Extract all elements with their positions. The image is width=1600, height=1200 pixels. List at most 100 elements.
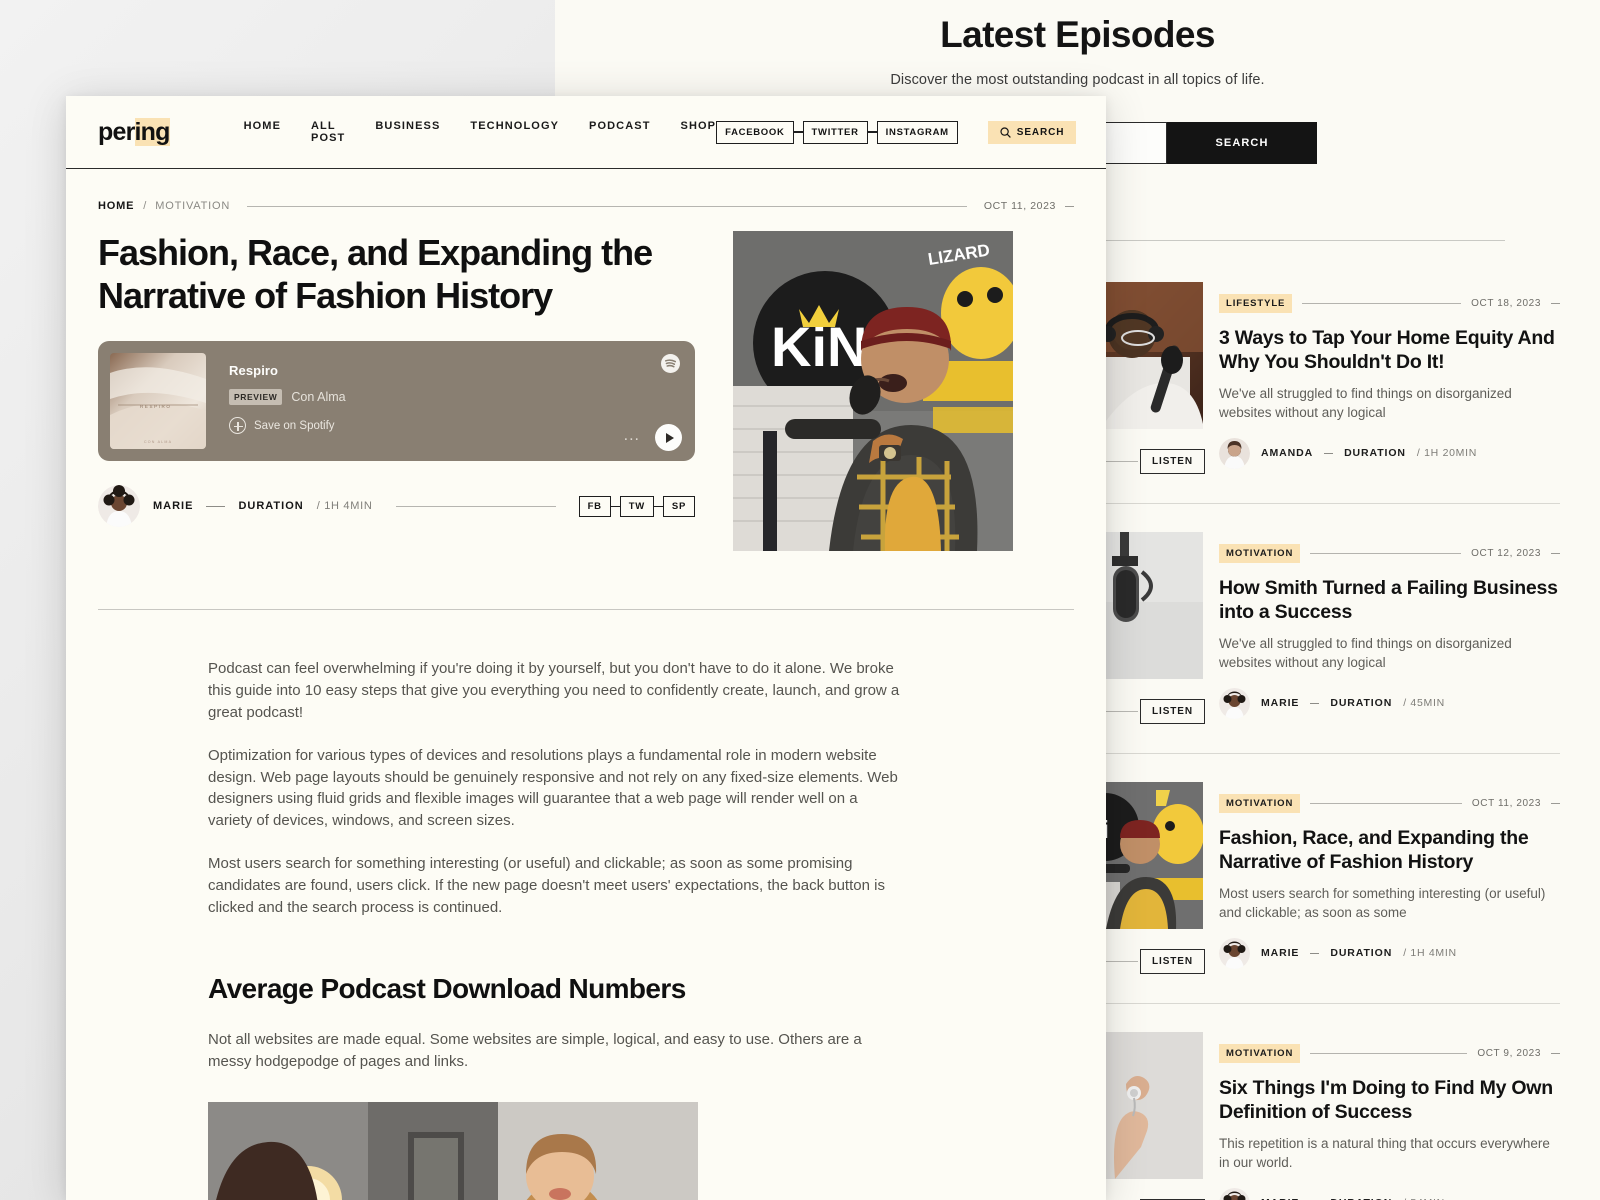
plus-circle-icon <box>229 417 246 435</box>
episode-title[interactable]: How Smith Turned a Failing Business into… <box>1219 577 1560 625</box>
section-paragraph: Not all websites are made equal. Some we… <box>208 1030 862 1070</box>
author-rule <box>395 505 556 507</box>
author-name: MARIE <box>153 500 194 513</box>
duration-label: DURATION <box>238 500 304 513</box>
listen-button[interactable]: LISTEN <box>1140 699 1205 724</box>
episode-excerpt: We've all struggled to find things on di… <box>1219 635 1512 670</box>
page-subtitle: Discover the most outstanding podcast in… <box>890 72 1265 88</box>
site-logo[interactable]: pering <box>98 117 170 147</box>
share-dash <box>610 505 620 508</box>
album-art: RESPIRO CON ALMA <box>110 353 206 450</box>
hero-left: Fashion, Race, and Expanding the Narrati… <box>98 231 695 551</box>
breadcrumb-rule <box>247 205 967 207</box>
episode-author-row: MARIE DURATION / 1H 4MIN <box>1219 937 1560 969</box>
social-dash <box>867 131 877 133</box>
breadcrumb-category[interactable]: MOTIVATION <box>155 200 230 212</box>
save-on-spotify-button[interactable]: Save on Spotify <box>229 417 346 435</box>
meta-dash <box>1551 303 1560 304</box>
duration-value: / 1H 4MIN <box>1403 947 1457 960</box>
avatar <box>98 485 140 528</box>
artist-name: Con Alma <box>291 390 346 405</box>
article-content: Podcast can feel overwhelming if you're … <box>66 610 1106 1200</box>
player-info: Respiro PREVIEW Con Alma Save on Spotify <box>229 353 346 449</box>
logo-text: per <box>98 117 135 146</box>
avatar <box>1219 937 1250 969</box>
social-link-instagram[interactable]: INSTAGRAM <box>876 120 958 144</box>
episode-author-row: AMANDA DURATION / 1H 20MIN <box>1219 437 1560 469</box>
more-options-button[interactable]: ... <box>624 428 640 444</box>
duration-label: DURATION <box>1344 447 1406 460</box>
category-badge[interactable]: MOTIVATION <box>1219 544 1301 563</box>
episode-body: MOTIVATION OCT 12, 2023 How Smith Turned… <box>1219 532 1560 724</box>
section-divider <box>1065 240 1505 241</box>
hero-section: Latest Episodes Discover the most outsta… <box>555 0 1600 88</box>
listen-button[interactable]: LISTEN <box>1140 449 1205 474</box>
list-item[interactable]: Ki <box>1060 782 1560 1004</box>
search-icon <box>1000 126 1011 138</box>
breadcrumb-home[interactable]: HOME <box>98 200 134 212</box>
breadcrumb: HOME / MOTIVATION OCT 11, 2023 <box>98 200 1074 212</box>
spotify-player[interactable]: RESPIRO CON ALMA Respiro PREVIEW Con Alm… <box>98 341 695 462</box>
nav-item-podcast[interactable]: PODCAST <box>589 120 650 144</box>
nav-item-business[interactable]: BUSINESS <box>375 120 440 144</box>
search-button[interactable]: SEARCH <box>1167 122 1317 164</box>
meta-rule <box>1310 1053 1468 1054</box>
episode-meta: MOTIVATION OCT 9, 2023 <box>1219 1044 1560 1063</box>
nav-item-all-post[interactable]: ALL POST <box>311 120 345 144</box>
social-link-facebook[interactable]: FACEBOOK <box>716 120 794 144</box>
episode-author-row: MARIE DURATION / 45MIN <box>1219 687 1560 719</box>
episode-date: OCT 12, 2023 <box>1471 548 1541 559</box>
category-badge[interactable]: MOTIVATION <box>1219 1044 1301 1063</box>
avatar <box>1219 437 1250 469</box>
meta-rule <box>1302 303 1462 304</box>
paragraph-3: Most users search for something interest… <box>208 855 885 917</box>
author-name: MARIE <box>1261 697 1300 710</box>
list-item[interactable]: LISTEN MOTIVATION OCT 12, 2023 How Smith… <box>1060 532 1560 754</box>
social-dash <box>793 131 803 133</box>
track-subrow: PREVIEW Con Alma <box>229 389 346 406</box>
share-spotify-button[interactable]: SP <box>662 495 695 517</box>
screen: Latest Episodes Discover the most outsta… <box>0 0 1600 1200</box>
category-badge[interactable]: MOTIVATION <box>1219 794 1301 813</box>
play-icon <box>665 432 674 443</box>
share-facebook-button[interactable]: FB <box>578 495 611 517</box>
paragraph-2: Optimization for various types of device… <box>208 746 898 830</box>
episode-title[interactable]: Fashion, Race, and Expanding the Narrati… <box>1219 827 1560 875</box>
main-nav: HOME ALL POST BUSINESS TECHNOLOGY PODCAS… <box>244 120 717 144</box>
duration-value: / 1H 20MIN <box>1416 447 1478 460</box>
content-body: Podcast can feel overwhelming if you're … <box>208 610 903 1200</box>
episode-author-row: MARIE DURATION / 54MIN <box>1219 1187 1560 1200</box>
list-item[interactable]: LISTEN MOTIVATION OCT 9, 2023 Six Things… <box>1060 1032 1560 1200</box>
social-link-twitter[interactable]: TWITTER <box>802 120 868 144</box>
play-button[interactable] <box>655 424 682 452</box>
episode-body: MOTIVATION OCT 11, 2023 Fashion, Race, a… <box>1219 782 1560 974</box>
site-header: pering HOME ALL POST BUSINESS TECHNOLOGY… <box>66 96 1106 169</box>
meta-dash <box>1551 1053 1560 1054</box>
list-item[interactable]: LISTEN LIFESTYLE OCT 18, 2023 3 Ways to … <box>1060 282 1560 504</box>
nav-item-home[interactable]: HOME <box>244 120 281 144</box>
avatar <box>1219 687 1250 719</box>
episode-meta: MOTIVATION OCT 11, 2023 <box>1219 794 1560 813</box>
spotify-icon[interactable] <box>661 354 680 374</box>
article-date: OCT 11, 2023 <box>983 200 1056 212</box>
article-author-row: MARIE DURATION / 1H 4MIN FB TW SP <box>98 485 695 528</box>
share-buttons: FB TW SP <box>578 495 695 517</box>
duration-label: DURATION <box>1330 947 1393 960</box>
episode-title[interactable]: Six Things I'm Doing to Find My Own Defi… <box>1219 1077 1560 1125</box>
track-title: Respiro <box>229 363 279 379</box>
nav-item-technology[interactable]: TECHNOLOGY <box>470 120 559 144</box>
logo-text-highlight: ing <box>134 117 170 146</box>
article-hero: Fashion, Race, and Expanding the Narrati… <box>98 231 1074 551</box>
article-header: HOME / MOTIVATION OCT 11, 2023 Fashion, … <box>66 169 1106 610</box>
header-search-button[interactable]: SEARCH <box>987 120 1077 144</box>
episode-date: OCT 18, 2023 <box>1471 298 1541 309</box>
episode-title[interactable]: 3 Ways to Tap Your Home Equity And Why Y… <box>1219 327 1560 375</box>
share-twitter-button[interactable]: TW <box>619 495 654 517</box>
category-badge[interactable]: LIFESTYLE <box>1219 294 1293 313</box>
social-links: FACEBOOK TWITTER INSTAGRAM <box>716 120 958 144</box>
listen-button[interactable]: LISTEN <box>1140 949 1205 974</box>
duration-value: / 45MIN <box>1403 697 1445 710</box>
nav-item-shop[interactable]: SHOP <box>681 120 717 144</box>
author-dash <box>1310 952 1320 954</box>
author-name: MARIE <box>1261 947 1300 960</box>
